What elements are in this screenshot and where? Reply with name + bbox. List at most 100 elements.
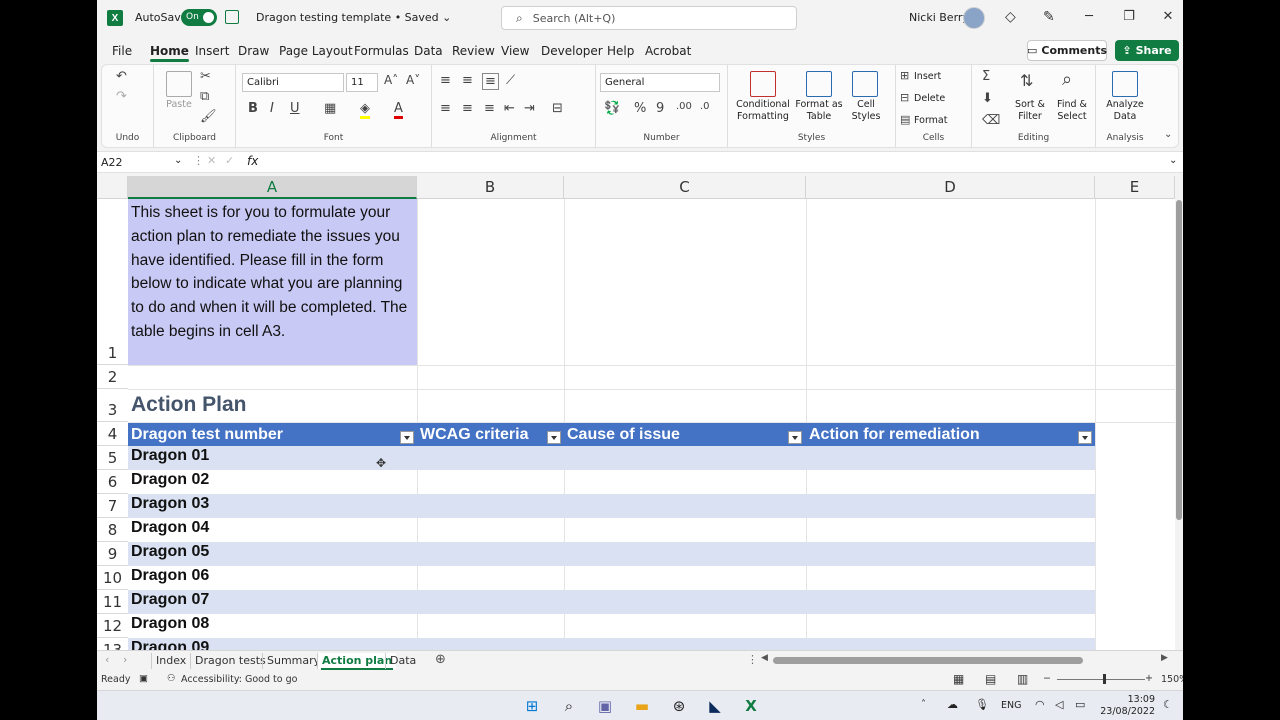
clear-icon[interactable]: ⌫	[982, 113, 1000, 128]
decrease-indent-icon[interactable]: ⇤	[504, 101, 515, 116]
conditional-formatting-icon[interactable]	[750, 71, 776, 97]
cell-styles-icon[interactable]	[852, 71, 878, 97]
number-format-select[interactable]: General	[600, 73, 720, 92]
pen-icon[interactable]: ✎	[1043, 9, 1055, 25]
align-center-icon[interactable]: ≡	[462, 101, 473, 116]
enter-icon[interactable]: ✓	[225, 154, 234, 167]
table-row[interactable]: Dragon 09	[128, 638, 1095, 650]
name-box-dropdown-icon[interactable]: ⌄	[174, 155, 182, 166]
battery-icon[interactable]: ▭	[1075, 698, 1085, 711]
tab-split-icon[interactable]: ⋮	[747, 653, 758, 666]
find-select-button[interactable]: Find & Select	[1052, 99, 1092, 123]
cancel-icon[interactable]: ✕	[207, 154, 216, 167]
excel-taskbar-icon[interactable]: X	[741, 697, 761, 715]
row-header-13[interactable]: 13	[97, 638, 128, 650]
font-size-select[interactable]: 11	[346, 73, 378, 92]
sort-filter-button[interactable]: Sort & Filter	[1012, 99, 1048, 123]
decrease-font-icon[interactable]: A˅	[406, 73, 420, 87]
sort-filter-icon[interactable]: ⇅	[1020, 71, 1033, 90]
page-break-view-icon[interactable]: ▥	[1017, 672, 1028, 686]
tab-page-layout[interactable]: Page Layout	[279, 44, 353, 58]
insert-function-icon[interactable]: fx	[247, 154, 258, 168]
format-as-table-button[interactable]: Format as Table	[794, 99, 844, 123]
column-header-e[interactable]: E	[1095, 176, 1175, 199]
format-painter-icon[interactable]: 🖌	[200, 109, 217, 124]
filter-dropdown-icon[interactable]	[1078, 431, 1092, 444]
tab-insert[interactable]: Insert	[195, 44, 229, 58]
row-header-2[interactable]: 2	[97, 365, 128, 389]
insert-icon[interactable]: ⊞	[900, 69, 909, 82]
font-color-icon[interactable]: A	[394, 101, 403, 119]
save-icon[interactable]	[225, 10, 239, 24]
show-hidden-icons-icon[interactable]: ˄	[921, 699, 926, 710]
security-lock-icon[interactable]: ⊛	[669, 697, 689, 715]
fill-color-icon[interactable]: ◈	[360, 101, 370, 119]
microphone-icon[interactable]: 🎙	[975, 698, 989, 711]
find-icon[interactable]: ⌕	[1062, 69, 1072, 90]
sheet-tab-summary[interactable]: Summary	[262, 653, 324, 669]
table-row[interactable]: Dragon 08	[128, 614, 1095, 638]
cloud-icon[interactable]: ☁	[947, 698, 958, 711]
filter-dropdown-icon[interactable]	[547, 431, 561, 444]
vertical-scroll-thumb[interactable]	[1176, 200, 1182, 520]
row-header-7[interactable]: 7	[97, 494, 128, 518]
align-middle-icon[interactable]: ≡	[462, 73, 473, 88]
increase-indent-icon[interactable]: ⇥	[524, 101, 535, 116]
scroll-right-icon[interactable]: ▶	[1161, 653, 1168, 663]
align-left-icon[interactable]: ≡	[440, 101, 451, 116]
sheet-tab-index[interactable]: Index	[151, 653, 190, 669]
windows-start-icon[interactable]: ⊞	[522, 697, 542, 715]
minimize-button[interactable]: ─	[1079, 9, 1099, 24]
tab-file[interactable]: File	[112, 44, 132, 58]
table-row[interactable]: Dragon 06	[128, 566, 1095, 590]
vertical-scrollbar[interactable]	[1175, 176, 1183, 650]
row-header-1[interactable]: 1	[97, 199, 128, 365]
app-launcher-icon[interactable]: ◣	[705, 697, 725, 715]
taskbar-search-icon[interactable]: ⌕	[559, 697, 579, 715]
next-sheet-icon[interactable]: ›	[123, 653, 127, 666]
prev-sheet-icon[interactable]: ‹	[105, 653, 109, 666]
zoom-level[interactable]: 150%	[1161, 674, 1183, 685]
column-header-a[interactable]: A	[128, 176, 417, 199]
filter-dropdown-icon[interactable]	[788, 431, 802, 444]
font-name-select[interactable]: Calibri	[242, 73, 344, 92]
copy-icon[interactable]: ⧉	[200, 89, 209, 104]
conditional-formatting-button[interactable]: Conditional Formatting	[730, 99, 796, 123]
horizontal-scroll-thumb[interactable]	[773, 657, 1083, 664]
underline-icon[interactable]: U	[290, 101, 300, 116]
decrease-decimal-icon[interactable]: .0	[700, 101, 710, 112]
align-bottom-icon[interactable]: ≡	[482, 73, 499, 90]
row-header-12[interactable]: 12	[97, 614, 128, 638]
tab-data[interactable]: Data	[414, 44, 443, 58]
analyze-data-icon[interactable]	[1112, 71, 1138, 97]
zoom-slider-thumb[interactable]	[1103, 674, 1106, 684]
comma-icon[interactable]: 9	[656, 101, 664, 116]
sheet-tab-dragon-tests[interactable]: Dragon tests	[190, 653, 270, 669]
table-row[interactable]: Dragon 05	[128, 542, 1095, 566]
redo-icon[interactable]: ↷	[116, 89, 127, 104]
file-explorer-icon[interactable]: ▬	[632, 697, 652, 715]
table-row[interactable]: Dragon 04	[128, 518, 1095, 542]
formula-input[interactable]	[265, 152, 1165, 172]
insert-cells-button[interactable]: Insert	[914, 71, 941, 83]
cell-styles-button[interactable]: Cell Styles	[846, 99, 886, 123]
table-header-action[interactable]: Action for remediation	[806, 423, 980, 446]
select-all-corner[interactable]	[97, 176, 128, 199]
align-top-icon[interactable]: ≡	[440, 73, 451, 88]
intro-cell-a1[interactable]: This sheet is for you to formulate your …	[128, 199, 417, 365]
format-icon[interactable]: ▤	[900, 113, 910, 126]
tab-formulas[interactable]: Formulas	[354, 44, 409, 58]
cut-icon[interactable]: ✂	[200, 69, 211, 84]
autosave-toggle[interactable]: On	[181, 9, 217, 26]
notifications-icon[interactable]: ☾	[1163, 698, 1173, 711]
format-cells-button[interactable]: Format	[914, 115, 947, 127]
scroll-left-icon[interactable]: ◀	[761, 653, 768, 663]
add-sheet-icon[interactable]: ⊕	[435, 652, 446, 667]
table-row[interactable]: Dragon 03	[128, 494, 1095, 518]
analyze-data-button[interactable]: Analyze Data	[1102, 99, 1148, 123]
align-right-icon[interactable]: ≡	[484, 101, 495, 116]
row-header-10[interactable]: 10	[97, 566, 128, 590]
table-row[interactable]: Dragon 02	[128, 470, 1095, 494]
orientation-icon[interactable]: ⟋	[506, 73, 515, 88]
restore-button[interactable]: ❐	[1119, 9, 1139, 24]
